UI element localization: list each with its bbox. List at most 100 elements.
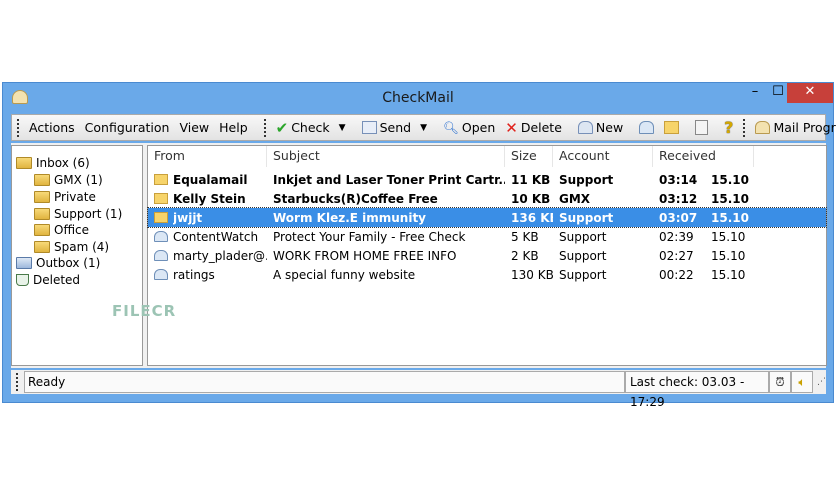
read-envelope-icon <box>154 231 168 242</box>
unread-mail-button[interactable] <box>659 121 684 134</box>
check-label: Check <box>291 120 330 135</box>
envelope-icon <box>664 121 680 134</box>
menu-view[interactable]: View <box>174 120 214 135</box>
dropdown-arrow-icon[interactable]: ▼ <box>420 123 427 133</box>
recycle-icon <box>16 273 29 286</box>
log-icon <box>695 120 709 135</box>
menu-configuration[interactable]: Configuration <box>80 120 175 135</box>
folder-office[interactable]: Office <box>34 221 89 238</box>
folder-gmx[interactable]: GMX (1) <box>34 171 103 188</box>
folder-label: Spam (4) <box>54 239 110 254</box>
cell-date: 15.10 <box>711 191 749 206</box>
cell-date: 15.10 <box>711 229 746 244</box>
message-row[interactable]: Kelly Stein Starbucks(R)Coffee Free 10 KB G… <box>148 189 826 208</box>
toolbar-grip[interactable] <box>17 118 19 137</box>
cell-size: 10 KB <box>511 191 551 206</box>
folder-icon <box>34 240 50 253</box>
content-area: Inbox (6) GMX (1) Private Support (1) Of… <box>11 143 827 368</box>
folder-label: Outbox (1) <box>36 255 101 270</box>
unread-envelope-icon <box>154 212 168 223</box>
message-row[interactable]: Equalamail Inkjet and Laser Toner Print C… <box>148 170 826 189</box>
folder-label: Inbox (6) <box>36 155 90 170</box>
folder-label: Private <box>54 189 96 204</box>
send-button[interactable]: Send ▼ <box>357 120 432 135</box>
cell-time: 03:14 <box>659 172 698 187</box>
folder-private[interactable]: Private <box>34 188 96 205</box>
folder-icon <box>34 223 50 236</box>
cell-from: jwjjt <box>173 210 203 225</box>
cell-account: Support <box>559 229 607 244</box>
cell-from: Kelly Stein <box>173 191 246 206</box>
menu-help[interactable]: Help <box>214 120 253 135</box>
cell-subject: WORK FROM HOME FREE INFO <box>273 248 457 263</box>
last-check: Last check: 03.03 - 17:29 <box>625 371 769 409</box>
cell-size: 130 KB <box>511 267 553 282</box>
column-account[interactable]: Account <box>553 146 653 167</box>
cell-size: 11 KB <box>511 172 551 187</box>
column-received[interactable]: Received <box>653 146 754 167</box>
new-label: New <box>595 120 624 135</box>
magnifier-icon: 🔍︎ <box>442 119 459 135</box>
cell-account: Support <box>559 267 607 282</box>
folder-spam[interactable]: Spam (4) <box>34 238 109 255</box>
outbox-icon <box>16 256 32 269</box>
title-bar: CheckMail – ☐ ✕ <box>3 83 833 113</box>
watermark: FILECR <box>112 302 177 320</box>
dropdown-arrow-icon[interactable]: ▼ <box>339 123 346 133</box>
new-mail-icon <box>577 121 593 134</box>
folder-icon <box>34 190 50 203</box>
folder-label: Support (1) <box>54 206 123 221</box>
cell-subject: Starbucks(R)Coffee Free <box>273 191 438 206</box>
cell-from: Equalamail <box>173 172 248 187</box>
cell-size: 2 KB <box>511 248 539 263</box>
folder-support[interactable]: Support (1) <box>34 205 122 222</box>
open-button[interactable]: 🔍︎ Open <box>438 120 500 136</box>
checkmark-icon: ✔ <box>275 118 289 137</box>
cell-size: 136 KB <box>511 210 553 225</box>
toolbar-grip[interactable] <box>263 118 266 137</box>
column-from[interactable]: From <box>148 146 267 167</box>
folder-outbox[interactable]: Outbox (1) <box>16 254 100 271</box>
folder-label: Office <box>54 222 90 237</box>
speaker-icon[interactable]: 🔈︎ <box>791 371 813 393</box>
mail-program-icon <box>755 121 771 134</box>
message-row[interactable]: jwjjt Worm Klez.E immunity 136 KB Support 03… <box>147 207 827 228</box>
cell-time: 03:12 <box>659 191 698 206</box>
alarm-clock-icon[interactable]: ⏰︎ <box>769 371 791 393</box>
cell-time: 02:39 <box>659 229 694 244</box>
cell-from: ratings <box>173 267 215 282</box>
folder-icon <box>34 207 50 220</box>
message-row[interactable]: ContentWatch Protect Your Family - Free C… <box>148 227 826 246</box>
folder-tree: Inbox (6) GMX (1) Private Support (1) Of… <box>11 145 143 366</box>
read-mail-button[interactable] <box>634 121 659 134</box>
checkmail-window: CheckMail – ☐ ✕ Actions Configuration Vi… <box>2 82 836 409</box>
check-button[interactable]: ✔ Check ▼ <box>271 119 351 137</box>
message-row[interactable]: marty_plader@... WORK FROM HOME FREE INFO… <box>148 246 826 265</box>
cell-account: GMX <box>559 191 591 206</box>
cell-subject: Protect Your Family - Free Check <box>273 229 466 244</box>
column-size[interactable]: Size <box>505 146 553 167</box>
cell-date: 15.10 <box>711 210 749 225</box>
new-button[interactable]: New <box>573 120 628 135</box>
folder-deleted[interactable]: Deleted <box>16 271 80 288</box>
open-label: Open <box>461 120 496 135</box>
cell-subject: Inkjet and Laser Toner Print Cartr... <box>273 172 505 187</box>
resize-grip-icon[interactable]: ⋰ <box>817 377 826 387</box>
cell-account: Support <box>559 210 614 225</box>
status-bar: Ready Last check: 03.03 - 17:29 ⏰︎ 🔈︎ ⋰ <box>11 370 826 409</box>
toolbar-grip[interactable] <box>743 118 746 137</box>
log-button[interactable] <box>690 120 713 135</box>
cell-time: 02:27 <box>659 248 694 263</box>
column-subject[interactable]: Subject <box>267 146 505 167</box>
close-button[interactable]: ✕ <box>787 83 833 103</box>
column-header: From Subject Size Account Received <box>148 146 826 167</box>
message-row[interactable]: ratings A special funny website 130 KB Supp… <box>148 265 826 284</box>
mail-program-button[interactable]: Mail Program <box>750 120 836 135</box>
delete-button[interactable]: ✕ Delete <box>500 119 567 137</box>
menu-actions[interactable]: Actions <box>24 120 80 135</box>
folder-inbox[interactable]: Inbox (6) <box>16 154 90 171</box>
send-icon <box>361 121 377 134</box>
help-button[interactable]: ? <box>719 118 738 137</box>
status-text: Ready <box>24 371 625 393</box>
cell-subject: A special funny website <box>273 267 416 282</box>
